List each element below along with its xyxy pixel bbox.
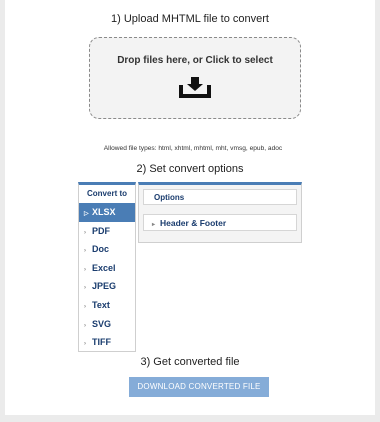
caret-right-icon: ▸: [152, 222, 156, 228]
options-header: Options: [143, 189, 297, 205]
sidebar-item-pdf[interactable]: › PDF: [79, 222, 135, 241]
converter-card: 1) Upload MHTML file to convert Drop fil…: [5, 0, 375, 415]
step-2-label: 2) Set convert options: [136, 163, 244, 175]
sidebar-item-label: JPEG: [92, 281, 117, 292]
download-tray-icon: [179, 77, 211, 98]
allowed-file-types: Allowed file types: html, xhtml, mhtml, …: [103, 145, 283, 152]
caret-right-icon: ›: [84, 248, 86, 255]
sidebar-item-label: Excel: [92, 262, 116, 273]
caret-right-icon: ▷: [84, 211, 89, 217]
sidebar-item-doc[interactable]: › Doc: [79, 240, 135, 259]
sidebar-item-label: Text: [92, 299, 110, 310]
sidebar-item-svg[interactable]: › SVG: [79, 315, 135, 334]
sidebar-item-text[interactable]: › Text: [79, 296, 135, 315]
option-label: Header & Footer: [160, 218, 227, 228]
sidebar-item-label: Doc: [92, 244, 110, 255]
sidebar-item-label: TIFF: [92, 337, 111, 348]
sidebar-item-jpeg[interactable]: › JPEG: [79, 277, 135, 296]
sidebar-item-tiff[interactable]: › TIFF: [79, 333, 135, 352]
sidebar-item-label: XLSX: [92, 207, 116, 217]
options-panel: Options ▸ Header & Footer: [138, 182, 302, 243]
file-dropzone[interactable]: Drop files here, or Click to select: [89, 37, 301, 119]
sidebar-item-label: SVG: [92, 318, 112, 329]
sidebar-item-excel[interactable]: › Excel: [79, 259, 135, 278]
sidebar-item-label: PDF: [92, 225, 110, 236]
caret-right-icon: ›: [84, 303, 86, 310]
header-footer-option[interactable]: ▸ Header & Footer: [143, 214, 297, 231]
download-button[interactable]: DOWNLOAD CONVERTED FILE: [129, 377, 269, 397]
sidebar-item-xlsx[interactable]: ▷ XLSX: [79, 203, 135, 222]
dropzone-text: Drop files here, or Click to select: [117, 55, 273, 66]
step-1-label: 1) Upload MHTML file to convert: [111, 13, 269, 25]
sidebar-title: Convert to: [87, 189, 127, 198]
step-3-label: 3) Get converted file: [140, 356, 240, 368]
caret-right-icon: ›: [84, 341, 86, 348]
convert-to-sidebar: Convert to ▷ XLSX › PDF › Doc › Excel › JPEG …: [78, 182, 136, 352]
